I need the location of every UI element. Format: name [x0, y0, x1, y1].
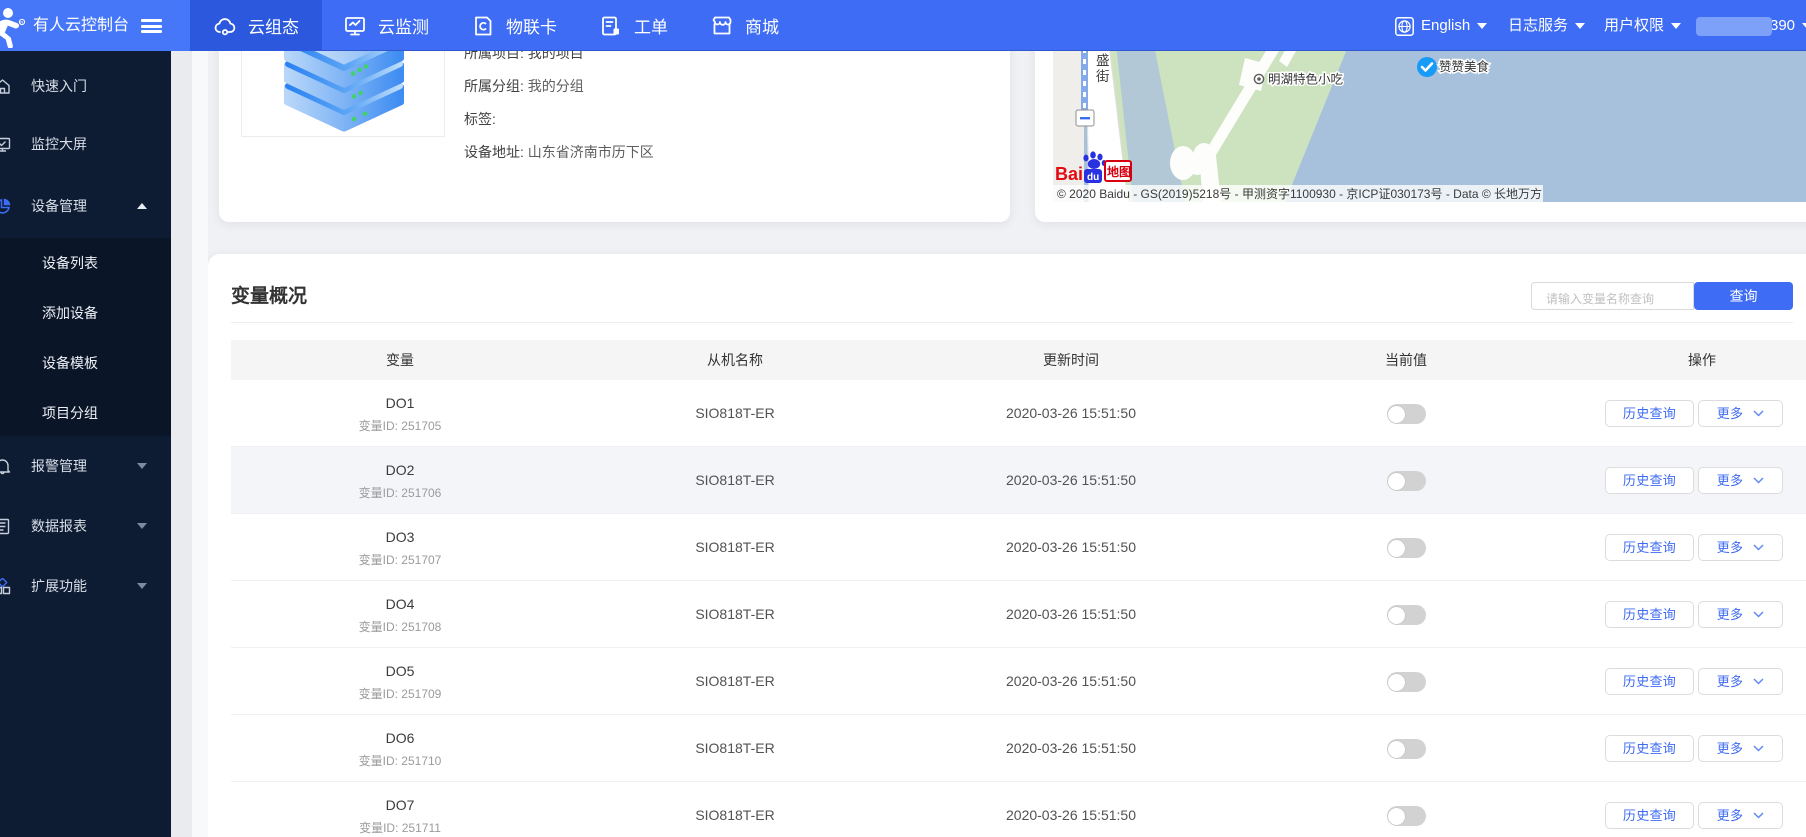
- svg-text:街: 街: [1096, 69, 1110, 84]
- svg-text:赞赞美食: 赞赞美食: [1439, 59, 1490, 74]
- svg-text:du: du: [1087, 172, 1099, 183]
- svg-text:明湖特色小吃: 明湖特色小吃: [1268, 72, 1344, 87]
- svg-text:地图: 地图: [1107, 164, 1131, 179]
- svg-text:盛: 盛: [1096, 53, 1110, 68]
- svg-text:© 2020 Baidu - GS(2019)5218号 -: © 2020 Baidu - GS(2019)5218号 - 甲测资字11009…: [1057, 186, 1542, 201]
- svg-text:Bai: Bai: [1055, 164, 1083, 184]
